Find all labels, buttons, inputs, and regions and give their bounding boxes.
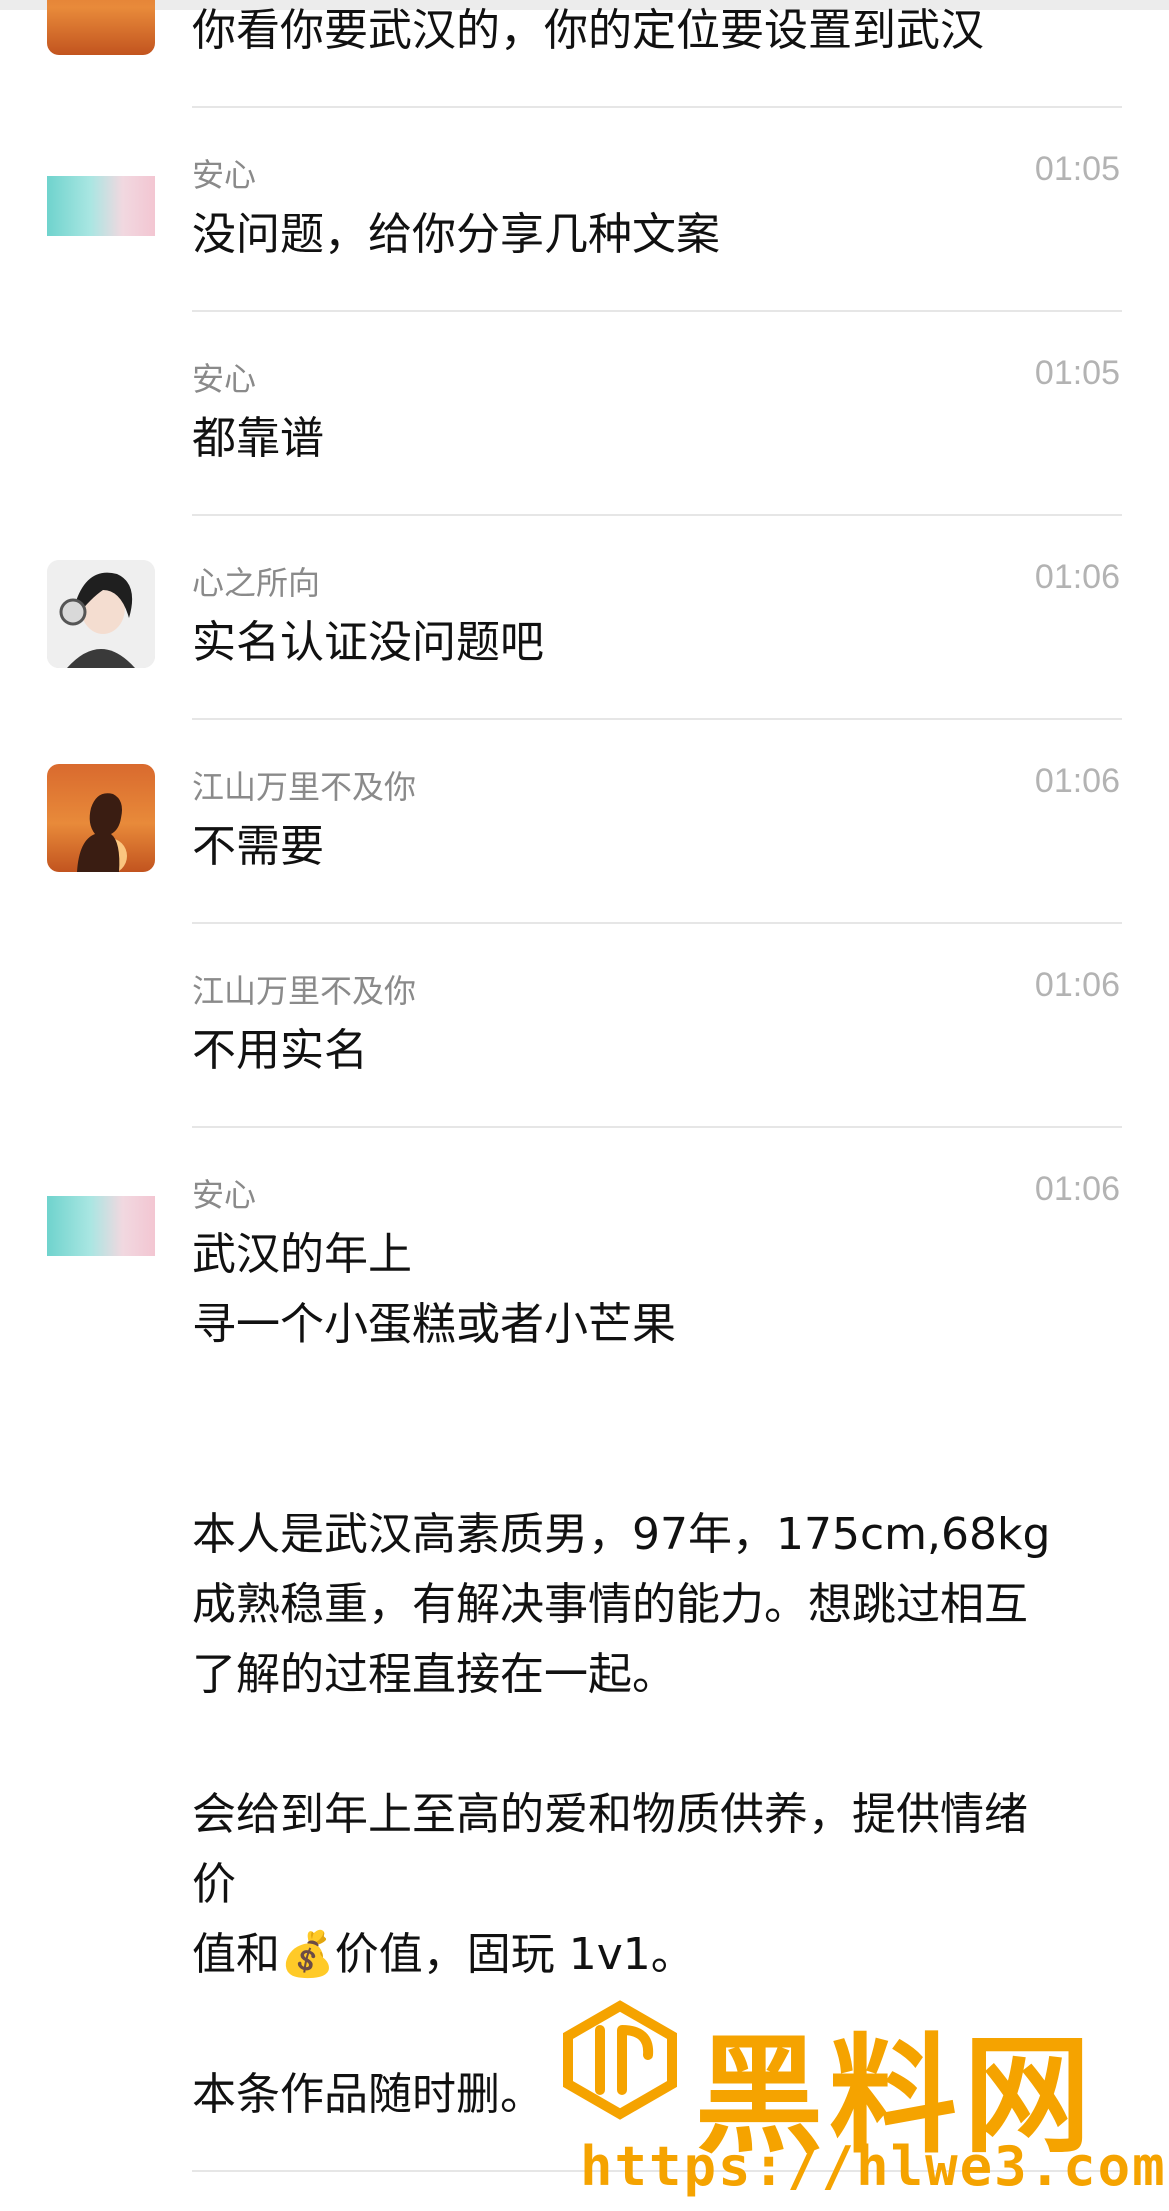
sender-name: 心之所向 [192, 564, 321, 602]
message-text: 不需要 [192, 821, 324, 872]
person-silhouette-icon [77, 793, 127, 872]
anime-avatar-icon [47, 560, 155, 668]
avatar[interactable] [47, 764, 155, 872]
avatar[interactable] [47, 560, 155, 668]
text-line: 了解的过程直接在一起。 [192, 1649, 676, 1700]
avatar[interactable] [47, 176, 155, 236]
text-line: 值和💰价值，固玩 1v1。 [192, 1929, 695, 1980]
divider [192, 1126, 1122, 1128]
message-text: 都靠谱 [192, 413, 324, 464]
sender-name: 江山万里不及你 [192, 972, 417, 1010]
message-time: 01:05 [1034, 150, 1120, 188]
message-time: 01:05 [1034, 354, 1120, 392]
text-line: 成熟稳重，有解决事情的能力。想跳过相互 [192, 1579, 1028, 1630]
divider [192, 310, 1122, 312]
text-line [192, 1430, 1132, 1500]
watermark: 黑料网 https://hlwe3.com [560, 2000, 1165, 2200]
message-time: 01:06 [1034, 966, 1120, 1004]
message-time: 01:06 [1034, 558, 1120, 596]
avatar[interactable] [47, 1196, 155, 1256]
divider [192, 514, 1122, 516]
message-time: 01:06 [1034, 1170, 1120, 1208]
text-line: 寻一个小蛋糕或者小芒果 [192, 1299, 676, 1350]
divider [192, 106, 1122, 108]
divider [192, 718, 1122, 720]
avatar[interactable] [47, 0, 155, 55]
watermark-logo-icon [563, 2000, 677, 2120]
text-line: 本人是武汉高素质男，97年，175cm,68kg [192, 1509, 1051, 1560]
sender-name: 安心 [192, 360, 257, 398]
message-text: 你看你要武汉的，你的定位要设置到武汉 [192, 5, 984, 56]
sender-name: 安心 [192, 1176, 257, 1214]
sender-name: 江山万里不及你 [192, 768, 417, 806]
message-text: 不用实名 [192, 1025, 368, 1076]
message-text: 实名认证没问题吧 [192, 617, 544, 668]
text-line [192, 1710, 1132, 1780]
text-line: 价 [192, 1859, 236, 1910]
text-line: 武汉的年上 [192, 1229, 412, 1280]
text-line [192, 1360, 1132, 1430]
divider [192, 922, 1122, 924]
text-line: 会给到年上至高的爱和物质供养，提供情绪 [192, 1789, 1028, 1840]
sender-name: 安心 [192, 156, 257, 194]
message-time: 01:06 [1034, 762, 1120, 800]
watermark-url: https://hlwe3.com [580, 2135, 1167, 2198]
message-text: 没问题，给你分享几种文案 [192, 209, 720, 260]
